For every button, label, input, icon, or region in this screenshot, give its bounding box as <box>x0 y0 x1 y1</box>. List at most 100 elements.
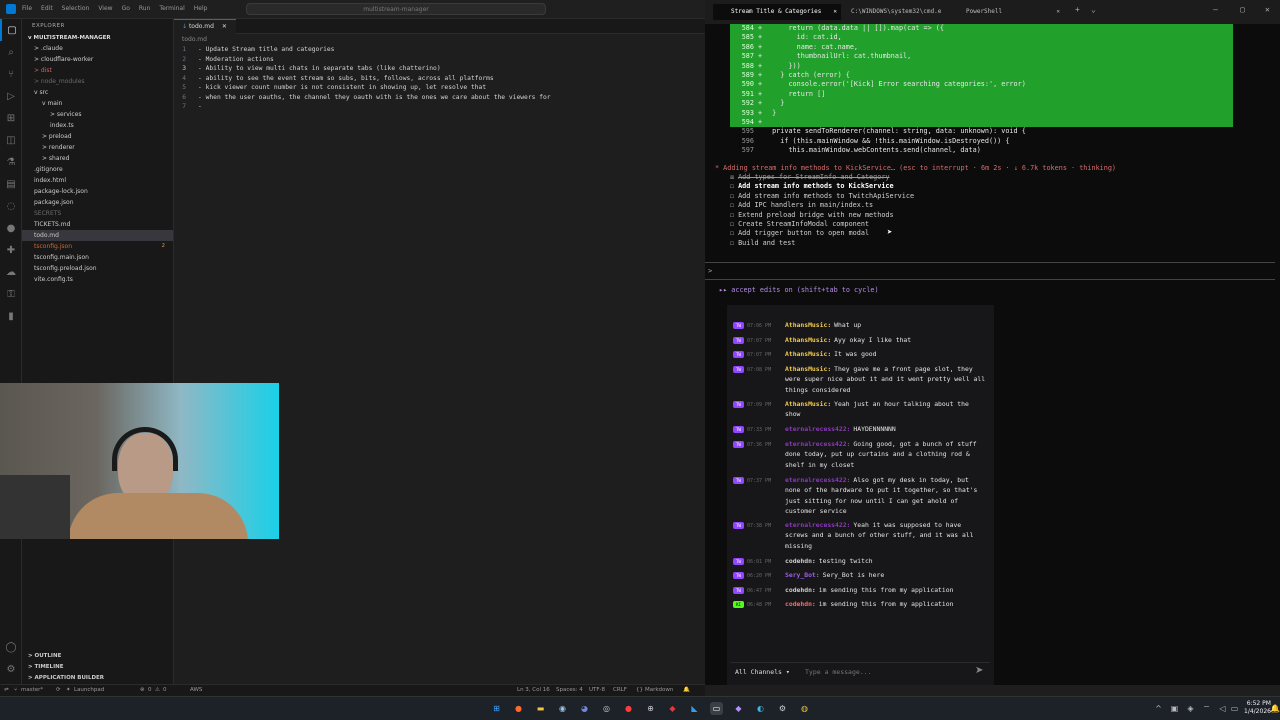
send-icon[interactable]: ➤ <box>975 665 983 676</box>
line-text[interactable]: - ability to see the event stream so sub… <box>198 74 494 84</box>
menu-file[interactable]: File <box>22 5 32 12</box>
close-icon[interactable]: ✕ <box>1056 4 1060 20</box>
tree-item[interactable]: package-lock.json <box>22 186 173 197</box>
message-user[interactable]: AthansMusic: <box>785 321 831 329</box>
tree-item[interactable]: index.ts <box>22 120 173 131</box>
message-user[interactable]: Sery_Bot: <box>785 571 820 579</box>
docker-icon[interactable]: ▤ <box>0 173 22 195</box>
folder-icon[interactable]: ▬ <box>534 702 547 715</box>
line-text[interactable]: - kick viewer count number is not consis… <box>198 83 486 93</box>
menu-go[interactable]: Go <box>122 5 130 12</box>
new-tab-icon[interactable]: + <box>1075 5 1080 14</box>
remote-icon[interactable]: ⇌ <box>4 685 9 696</box>
tree-item[interactable]: SECRETS <box>22 208 173 219</box>
tree-item[interactable]: v src <box>22 87 173 98</box>
editor-line[interactable]: 3 - Ability to view multi chats in separa… <box>174 64 705 74</box>
explorer-icon[interactable]: ▢ <box>0 19 22 41</box>
tree-item[interactable]: vite.config.ts <box>22 274 173 285</box>
close-window-icon[interactable]: ✕ <box>1265 5 1270 14</box>
taskbar-clock[interactable]: 6:52 PM 1/4/2026 <box>1244 700 1271 716</box>
record-icon[interactable]: ● <box>622 702 635 715</box>
run-debug-icon[interactable]: ▷ <box>0 85 22 107</box>
editor-lines[interactable]: 1 - Update Stream title and categories 2 - … <box>174 45 705 112</box>
aws-icon[interactable]: ☁ <box>0 261 22 283</box>
menu-edit[interactable]: Edit <box>41 5 53 12</box>
status-encoding[interactable]: UTF-8 <box>589 685 605 696</box>
steam-icon[interactable]: ◉ <box>556 702 569 715</box>
message-user[interactable]: eternalrecess422: <box>785 521 850 529</box>
tree-item[interactable]: > preload <box>22 131 173 142</box>
network-icon[interactable]: ⊕ <box>644 702 657 715</box>
message-user[interactable]: codehdn: <box>785 600 816 608</box>
tree-item[interactable]: > node_modules <box>22 76 173 87</box>
message-user[interactable]: AthansMusic: <box>785 336 831 344</box>
start-icon[interactable]: ⊞ <box>490 702 503 715</box>
remote-explorer-icon[interactable]: ◫ <box>0 129 22 151</box>
editor-line[interactable]: 5 - kick viewer count number is not consi… <box>174 83 705 93</box>
project-root[interactable]: v MULTISTREAM-MANAGER <box>22 33 173 43</box>
menu-view[interactable]: View <box>98 5 112 12</box>
message-user[interactable]: eternalrecess422: <box>785 476 850 484</box>
wifi-icon[interactable]: ⌔ <box>1200 702 1213 715</box>
sidebar-section-timeline[interactable]: > TIMELINE <box>22 662 173 673</box>
line-text[interactable]: - Moderation actions <box>198 55 274 65</box>
menu-help[interactable]: Help <box>194 5 208 12</box>
app-icon[interactable]: ◆ <box>666 702 679 715</box>
terminal-tab-powershell[interactable]: PowerShell ✕ <box>948 4 1060 20</box>
editor-line[interactable]: 1 - Update Stream title and categories <box>174 45 705 55</box>
minimize-icon[interactable]: — <box>1213 5 1218 14</box>
chrome-icon[interactable]: ◍ <box>798 702 811 715</box>
status-warnings[interactable]: 0 <box>163 685 167 696</box>
tree-item[interactable]: > .claude <box>22 43 173 54</box>
gear-icon[interactable]: ⚙ <box>0 658 22 680</box>
message-user[interactable]: AthansMusic: <box>785 350 831 358</box>
tree-item[interactable]: > shared <box>22 153 173 164</box>
status-eol[interactable]: CRLF <box>613 685 627 696</box>
terminal-icon[interactable]: ▭ <box>710 702 723 715</box>
chat-message-input[interactable] <box>805 665 965 679</box>
edge-icon[interactable]: ◐ <box>754 702 767 715</box>
tray-app-icon[interactable]: ◈ <box>1184 702 1197 715</box>
account-icon[interactable]: ◯ <box>0 636 22 658</box>
message-user[interactable]: AthansMusic: <box>785 400 831 408</box>
line-text[interactable]: - Update Stream title and categories <box>198 45 334 55</box>
status-language[interactable]: Markdown <box>645 685 673 696</box>
bell-icon[interactable]: 🔔 <box>683 685 690 696</box>
tree-item[interactable]: > services <box>22 109 173 120</box>
command-center[interactable]: multistream-manager <box>246 3 546 15</box>
editor-line[interactable]: 6 - when the user oauths, the channel the… <box>174 93 705 103</box>
tree-item[interactable]: TICKETS.md <box>22 219 173 230</box>
message-user[interactable]: AthansMusic: <box>785 365 831 373</box>
message-user[interactable]: eternalrecess422: <box>785 440 850 448</box>
tree-item[interactable]: tsconfig.json 2 <box>22 241 173 252</box>
status-aws[interactable]: AWS <box>190 685 202 696</box>
line-text[interactable]: - when the user oauths, the channel they… <box>198 93 551 103</box>
tree-item[interactable]: package.json <box>22 197 173 208</box>
firefox-icon[interactable]: ● <box>512 702 525 715</box>
status-launchpad[interactable]: Launchpad <box>74 685 104 696</box>
line-text[interactable]: - <box>198 102 202 112</box>
terminal-tab-cmd[interactable]: C:\WINDOWS\system32\cmd.e <box>833 4 953 20</box>
tree-item[interactable]: todo.md <box>22 230 173 241</box>
menu-selection[interactable]: Selection <box>62 5 90 12</box>
sidebar-section-application-builder[interactable]: > APPLICATION BUILDER <box>22 673 173 684</box>
sidebar-section-outline[interactable]: > OUTLINE <box>22 651 173 662</box>
puzzle-icon[interactable]: ✚ <box>0 239 22 261</box>
breadcrumb[interactable]: todo.md <box>174 35 705 45</box>
editor-line[interactable]: 2 - Moderation actions <box>174 55 705 65</box>
tree-item[interactable]: .gitignore <box>22 164 173 175</box>
terminal-tab-claude[interactable]: Stream Title & Categories ✕ <box>713 4 841 20</box>
message-user[interactable]: codehdn: <box>785 586 816 594</box>
testing-icon[interactable]: ⚗ <box>0 151 22 173</box>
menu-run[interactable]: Run <box>139 5 151 12</box>
status-branch[interactable]: master* <box>21 685 43 696</box>
message-user[interactable]: codehdn: <box>785 557 816 565</box>
tab-todo-md[interactable]: ↓ todo.md ✕ <box>174 19 236 34</box>
editor-pane[interactable]: 1 - Update Stream title and categories 2 - … <box>174 45 705 685</box>
line-text[interactable]: - Ability to view multi chats in separat… <box>198 64 441 74</box>
tree-item[interactable]: tsconfig.main.json <box>22 252 173 263</box>
settings-icon[interactable]: ⚙ <box>776 702 789 715</box>
editor-line[interactable]: 4 - ability to see the event stream so su… <box>174 74 705 84</box>
tree-item[interactable]: > dist <box>22 65 173 76</box>
breadcrumb-file[interactable]: todo.md <box>182 36 207 43</box>
